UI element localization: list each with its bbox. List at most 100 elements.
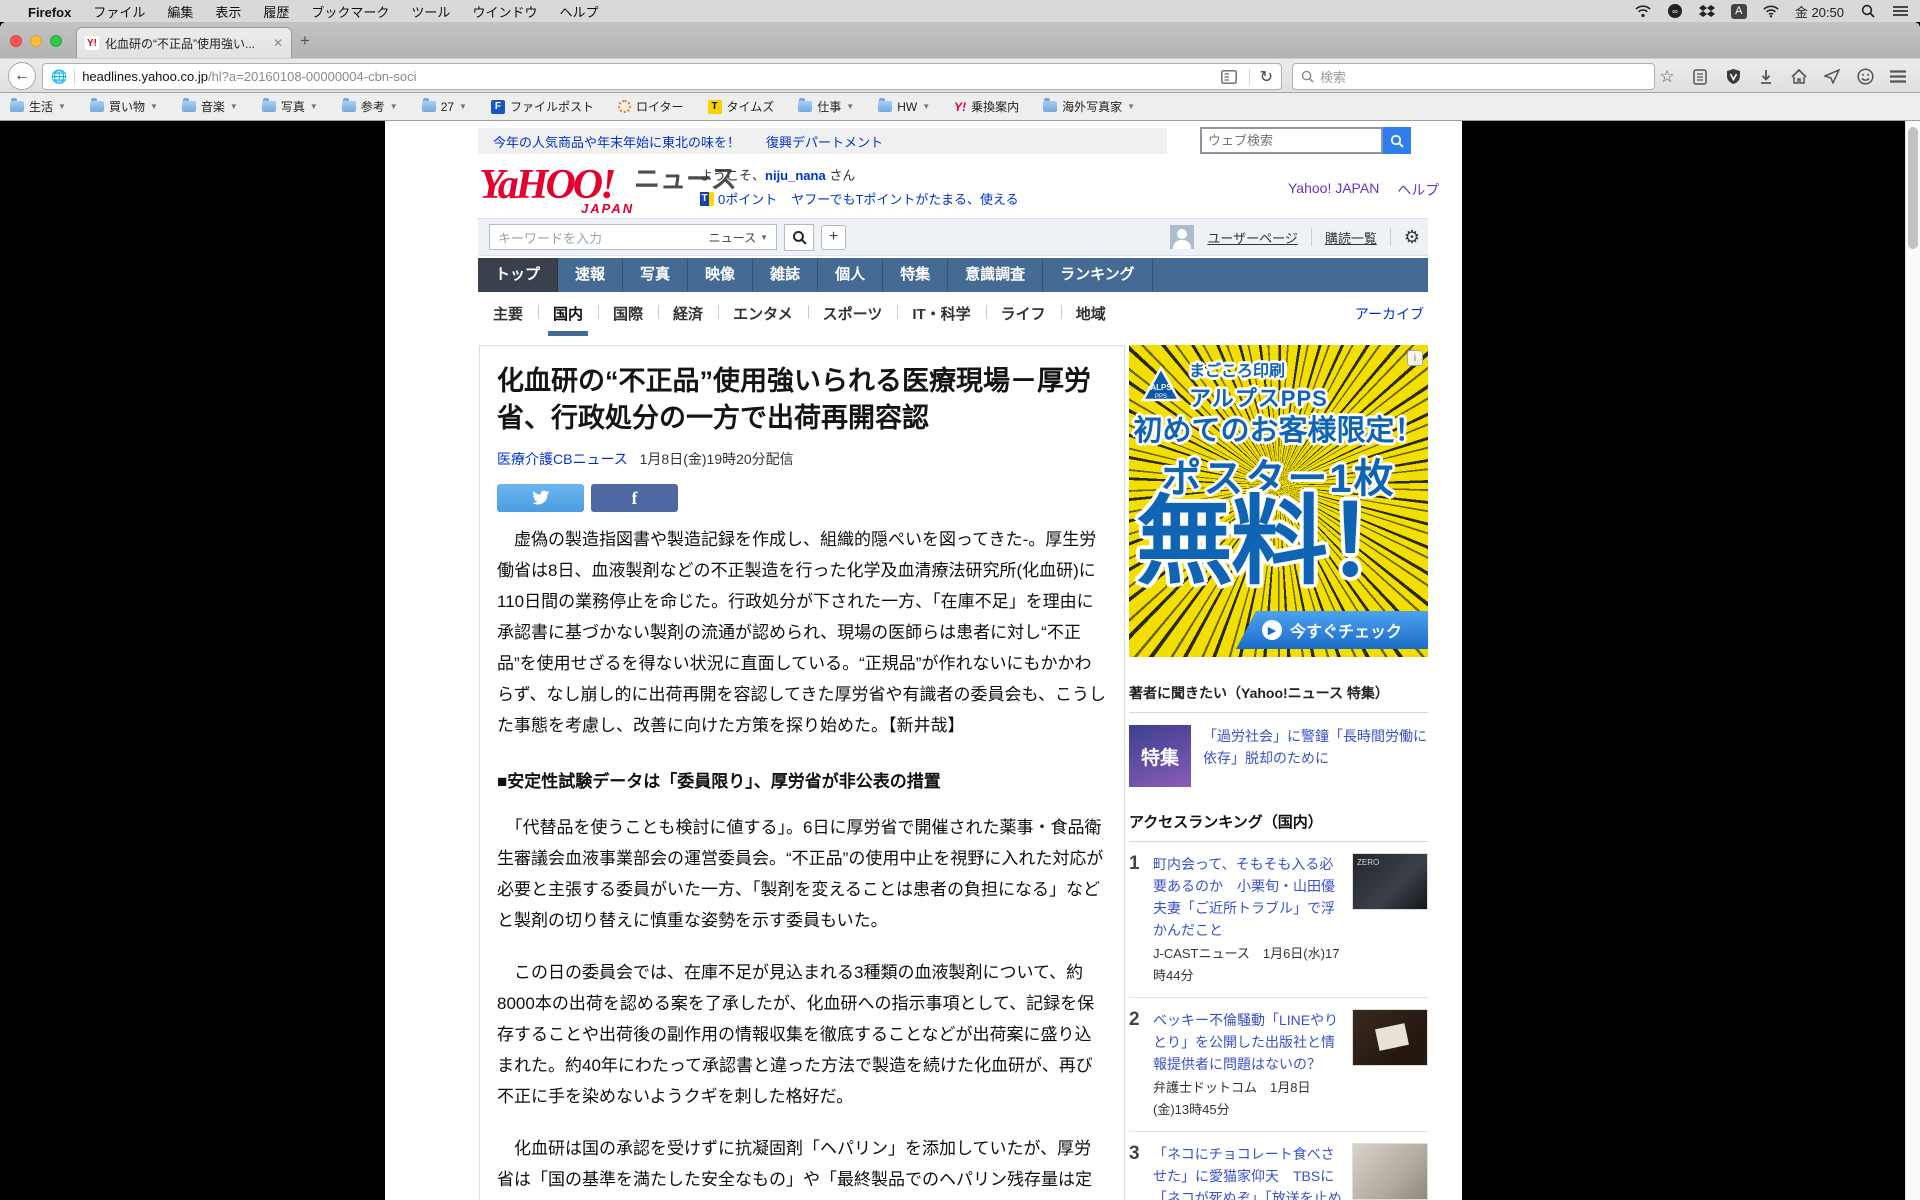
gnav-tab-特集[interactable]: 特集 bbox=[883, 258, 949, 292]
back-button[interactable]: ← bbox=[8, 62, 36, 90]
help-link[interactable]: ヘルプ bbox=[1397, 180, 1439, 200]
subnav-item-国内[interactable]: 国内 bbox=[538, 303, 598, 336]
url-bar[interactable]: 🌐 headlines.yahoo.co.jp/hl?a=20160108-00… bbox=[42, 63, 1282, 90]
dropbox-icon[interactable] bbox=[1698, 4, 1715, 18]
ad-cta-button[interactable]: ▶ 今すぐチェック bbox=[1236, 611, 1428, 649]
menu-hamburger-icon[interactable] bbox=[1888, 67, 1908, 87]
menubar-item-編集[interactable]: 編集 bbox=[167, 5, 193, 20]
menubar-item-ブックマーク[interactable]: ブックマーク bbox=[311, 5, 389, 20]
subnav-item-ライフ[interactable]: ライフ bbox=[985, 303, 1061, 324]
bookmark-タイムズ[interactable]: T タイムズ bbox=[707, 98, 774, 115]
bookmark-買い物[interactable]: 買い物 ▼ bbox=[89, 98, 158, 115]
web-search-button[interactable] bbox=[1383, 127, 1411, 154]
feature-thumbnail[interactable]: 特集 bbox=[1129, 725, 1191, 787]
gnav-tab-速報[interactable]: 速報 bbox=[558, 258, 624, 292]
subnav-item-スポーツ[interactable]: スポーツ bbox=[807, 303, 898, 324]
yahoo-japan-logo[interactable]: YaHOO! JAPAN bbox=[479, 161, 632, 216]
tpoint-note-link[interactable]: ヤフーでもTポイントがたまる、使える bbox=[791, 189, 1018, 208]
tpoint-balance-link[interactable]: 0ポイント bbox=[718, 189, 777, 208]
bookmark-生活[interactable]: 生活 ▼ bbox=[10, 98, 66, 115]
bookmark-海外写真家[interactable]: 海外写真家 ▼ bbox=[1043, 98, 1135, 115]
bookmark-ファイルポスト[interactable]: F ファイルポスト bbox=[490, 98, 594, 115]
wifi-icon[interactable] bbox=[1763, 4, 1779, 18]
notification-center-icon[interactable] bbox=[1892, 4, 1908, 18]
gnav-tab-写真[interactable]: 写真 bbox=[623, 258, 689, 292]
browser-search-field[interactable]: 検索 bbox=[1292, 63, 1655, 90]
subscriptions-link[interactable]: 購読一覧 bbox=[1325, 228, 1377, 247]
menubar-item-履歴[interactable]: 履歴 bbox=[263, 5, 289, 20]
gnav-tab-個人[interactable]: 個人 bbox=[818, 258, 884, 292]
facebook-share-button[interactable]: f bbox=[591, 484, 678, 512]
article-source-link[interactable]: 医療介護CBニュース bbox=[497, 451, 628, 467]
ranking-link[interactable]: 町内会って、そもそも入る必要あるのか 小栗旬・山田優夫妻「ご近所トラブル」で浮か… bbox=[1153, 856, 1335, 938]
subnav-item-経済[interactable]: 経済 bbox=[658, 303, 718, 324]
subnav-item-エンタメ[interactable]: エンタメ bbox=[718, 303, 808, 324]
browser-tab[interactable]: Y! 化血研の“不正品”使用強い... ✕ bbox=[76, 27, 292, 58]
subnav-item-国際[interactable]: 国際 bbox=[598, 303, 658, 324]
creative-cloud-icon[interactable]: ∞ bbox=[1667, 4, 1683, 18]
home-icon[interactable] bbox=[1789, 67, 1809, 87]
feature-link[interactable]: 「過労社会」に警鐘「長時間労働に依存」脱却のために bbox=[1203, 725, 1428, 787]
ranking-thumbnail[interactable] bbox=[1352, 853, 1428, 910]
archive-link[interactable]: アーカイブ bbox=[1355, 304, 1424, 324]
bookmark-音楽[interactable]: 音楽 ▼ bbox=[181, 98, 238, 115]
menubar-item-Firefox[interactable]: Firefox bbox=[28, 5, 71, 20]
tab-close-icon[interactable]: ✕ bbox=[273, 36, 283, 50]
news-search-input[interactable]: キーワードを入力 ニュース ▼ bbox=[489, 224, 777, 250]
ranking-thumbnail[interactable] bbox=[1352, 1143, 1428, 1200]
downloads-icon[interactable] bbox=[1756, 67, 1776, 87]
scrollbar-thumb[interactable] bbox=[1908, 127, 1918, 249]
minimize-window-button[interactable] bbox=[30, 35, 42, 47]
close-window-button[interactable] bbox=[10, 35, 22, 47]
news-search-button[interactable] bbox=[784, 223, 814, 251]
username[interactable]: niju_nana bbox=[765, 168, 826, 183]
reading-list-icon[interactable] bbox=[1690, 67, 1710, 87]
menubar-clock[interactable]: 金 20:50 bbox=[1795, 2, 1844, 21]
search-scope-dropdown[interactable]: ニュース ▼ bbox=[709, 229, 768, 246]
airport-signal-icon[interactable] bbox=[1635, 4, 1651, 18]
gnav-tab-意識調査[interactable]: 意識調査 bbox=[948, 258, 1044, 292]
web-search-input[interactable] bbox=[1200, 127, 1383, 154]
bookmark-写真[interactable]: 写真 ▼ bbox=[261, 98, 318, 115]
gnav-tab-トップ[interactable]: トップ bbox=[478, 258, 559, 292]
ranking-link[interactable]: 「ネコにチョコレート食べさせた」に愛猫家仰天 TBSに「ネコが死ぬぞ」「放送を止… bbox=[1153, 1146, 1342, 1200]
smiley-extension-icon[interactable] bbox=[1855, 67, 1875, 87]
gnav-tab-ランキング[interactable]: ランキング bbox=[1043, 258, 1153, 292]
subnav-item-IT・科学[interactable]: IT・科学 bbox=[897, 303, 985, 324]
userpage-link[interactable]: ユーザーページ bbox=[1207, 228, 1297, 247]
shield-extension-icon[interactable] bbox=[1723, 67, 1743, 87]
gear-icon[interactable]: ⚙ bbox=[1404, 227, 1420, 248]
gnav-tab-雑誌[interactable]: 雑誌 bbox=[753, 258, 819, 292]
yahoo-japan-link[interactable]: Yahoo! JAPAN bbox=[1288, 180, 1379, 200]
menubar-item-ウインドウ[interactable]: ウインドウ bbox=[472, 5, 537, 20]
gnav-tab-映像[interactable]: 映像 bbox=[688, 258, 754, 292]
promo-link-2[interactable]: 復興デパートメント bbox=[766, 132, 883, 151]
bookmark-HW[interactable]: HW ▼ bbox=[878, 98, 930, 114]
zoom-window-button[interactable] bbox=[50, 35, 62, 47]
subnav-item-主要[interactable]: 主要 bbox=[478, 303, 538, 324]
new-tab-button[interactable]: + bbox=[300, 32, 310, 49]
add-search-button[interactable]: + bbox=[821, 224, 846, 250]
menubar-item-ファイル[interactable]: ファイル bbox=[93, 5, 145, 20]
ad-info-icon[interactable]: i bbox=[1407, 350, 1423, 366]
share-plane-icon[interactable] bbox=[1822, 67, 1842, 87]
display-ad[interactable]: ALPS PPS まごころ印刷 アルプスPPS 初めてのお客様限定！ ポスター1… bbox=[1129, 345, 1428, 657]
bookmark-参考[interactable]: 参考 ▼ bbox=[341, 98, 398, 115]
reload-icon[interactable]: ↻ bbox=[1260, 67, 1273, 87]
subnav-item-地域[interactable]: 地域 bbox=[1060, 303, 1121, 324]
bookmark-仕事[interactable]: 仕事 ▼ bbox=[798, 98, 854, 115]
bookmark-27[interactable]: 27 ▼ bbox=[421, 98, 467, 114]
spotlight-icon[interactable] bbox=[1860, 4, 1876, 18]
input-source-icon[interactable]: A bbox=[1730, 3, 1747, 19]
bookmark-ロイター[interactable]: ロイター bbox=[617, 98, 684, 115]
ranking-link[interactable]: ベッキー不倫騒動「LINEやりとり」を公開した出版社と情報提供者に問題はないの？ bbox=[1153, 1012, 1338, 1072]
menubar-item-ヘルプ[interactable]: ヘルプ bbox=[559, 5, 598, 20]
reader-mode-icon[interactable] bbox=[1219, 67, 1239, 87]
menubar-item-表示[interactable]: 表示 bbox=[215, 5, 241, 20]
bookmark-star-icon[interactable]: ☆ bbox=[1657, 67, 1677, 87]
menubar-item-ツール[interactable]: ツール bbox=[411, 5, 450, 20]
promo-link[interactable]: 今年の人気商品や年末年始に東北の味を！ bbox=[493, 132, 740, 151]
ranking-thumbnail[interactable] bbox=[1352, 1009, 1428, 1066]
twitter-share-button[interactable] bbox=[497, 484, 584, 512]
scrollbar[interactable] bbox=[1905, 121, 1920, 1200]
